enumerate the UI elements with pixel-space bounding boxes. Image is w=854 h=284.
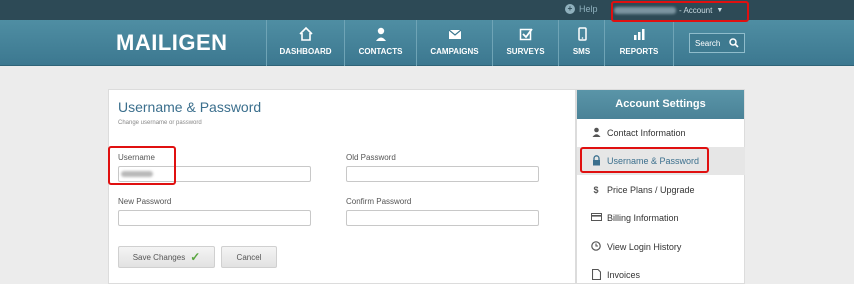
sidebar-item-contact-information[interactable]: Contact Information: [577, 119, 745, 147]
old-password-label: Old Password: [346, 153, 396, 162]
sidebar-item-invoices[interactable]: Invoices: [577, 261, 745, 284]
nav-dashboard[interactable]: DASHBOARD: [266, 20, 344, 66]
confirm-password-field[interactable]: [346, 210, 539, 226]
page-title: Username & Password: [118, 99, 262, 115]
logo[interactable]: MAILIGEN: [116, 30, 228, 56]
phone-icon: [559, 26, 604, 42]
save-label: Save Changes: [132, 252, 186, 262]
username-password-panel: Username & Password Change username or p…: [108, 89, 576, 284]
old-password-field[interactable]: [346, 166, 539, 182]
confirm-password-label: Confirm Password: [346, 197, 412, 206]
nav-label: SMS: [572, 47, 591, 56]
sidebar-item-label: View Login History: [607, 242, 682, 252]
new-password-field[interactable]: [118, 210, 311, 226]
bar-chart-icon: [605, 26, 673, 42]
sidebar-item-label: Billing Information: [607, 213, 679, 223]
main-nav: MAILIGEN DASHBOARD CONTACTS CAMPAIGNS SU…: [0, 20, 854, 66]
checkbox-icon: [493, 26, 558, 42]
home-icon: [267, 26, 344, 42]
nav-label: REPORTS: [619, 47, 659, 56]
sidebar-item-label: Price Plans / Upgrade: [607, 185, 695, 195]
search-button[interactable]: Search: [689, 33, 745, 53]
highlight-account-box: [611, 1, 749, 22]
cancel-button[interactable]: Cancel: [221, 246, 277, 268]
dollar-icon: $: [593, 185, 599, 195]
save-changes-button[interactable]: Save Changes ✓: [118, 246, 215, 268]
nav-label: SURVEYS: [506, 47, 545, 56]
nav-label: DASHBOARD: [279, 47, 332, 56]
nav-contacts[interactable]: CONTACTS: [344, 20, 416, 66]
account-settings-sidebar: Account Settings Contact Information Use…: [576, 89, 745, 284]
help-icon: +: [565, 4, 575, 14]
highlight-sidebar-box: [580, 147, 709, 173]
sidebar-item-billing-information[interactable]: Billing Information: [577, 204, 745, 232]
document-icon: [590, 268, 602, 282]
help-label: Help: [579, 4, 598, 14]
sidebar-item-label: Contact Information: [607, 128, 686, 138]
clock-icon: [590, 241, 602, 253]
sidebar-item-view-login-history[interactable]: View Login History: [577, 233, 745, 261]
search-label: Search: [695, 38, 721, 48]
sidebar-title: Account Settings: [577, 90, 744, 119]
envelope-icon: [417, 26, 492, 42]
new-password-label: New Password: [118, 197, 172, 206]
help-link[interactable]: + Help: [565, 4, 598, 14]
credit-card-icon: [590, 213, 602, 223]
highlight-username-box: [108, 146, 176, 185]
checkmark-icon: ✓: [190, 250, 201, 264]
sidebar-item-price-plans[interactable]: $ Price Plans / Upgrade: [577, 176, 745, 204]
person-icon: [345, 26, 416, 42]
nav-surveys[interactable]: SURVEYS: [492, 20, 558, 66]
nav-sms[interactable]: SMS: [558, 20, 604, 66]
user-icon: [590, 127, 602, 139]
cancel-label: Cancel: [236, 252, 262, 262]
nav-reports[interactable]: REPORTS: [604, 20, 674, 66]
sidebar-item-label: Invoices: [607, 270, 641, 280]
nav-label: CAMPAIGNS: [430, 47, 479, 56]
page-subtitle: Change username or password: [118, 120, 202, 126]
search-icon: [729, 38, 739, 50]
nav-label: CONTACTS: [358, 47, 403, 56]
nav-campaigns[interactable]: CAMPAIGNS: [416, 20, 492, 66]
